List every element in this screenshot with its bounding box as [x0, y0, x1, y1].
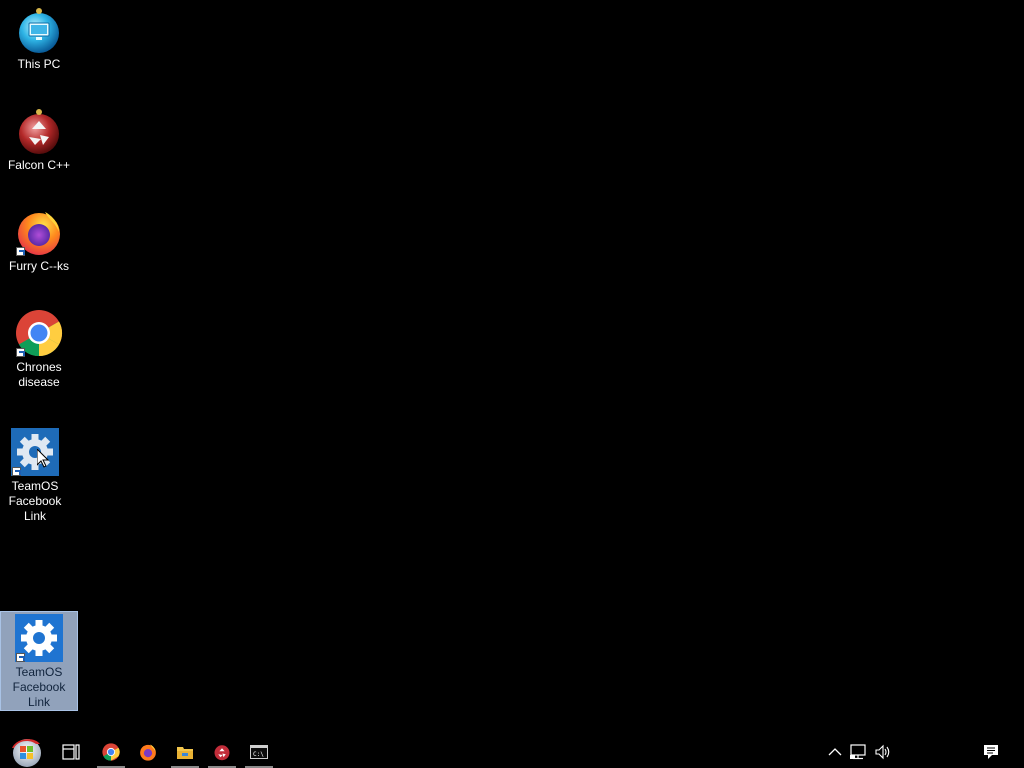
volume-button[interactable] [871, 736, 895, 768]
show-hidden-icons-button[interactable] [823, 736, 847, 768]
taskbar-file-explorer-button[interactable] [167, 736, 203, 768]
firefox-icon [15, 208, 63, 256]
taskbar: C:\ [0, 736, 1024, 768]
recycle-bin-icon [15, 107, 63, 155]
desktop-icon-teamos-facebook-link[interactable]: TeamOS Facebook Link [0, 428, 74, 524]
task-view-button[interactable] [53, 736, 89, 768]
taskbar-recycle-app-button[interactable] [204, 736, 240, 768]
gear-icon [15, 614, 63, 662]
desktop-icon-this-pc[interactable]: This PC [0, 6, 78, 72]
desktop-icon-teamos-facebook-link-selected[interactable]: TeamOS Facebook Link [0, 611, 78, 711]
desktop-icon-chrones-disease[interactable]: Chrones disease [0, 309, 78, 390]
network-button[interactable] [847, 736, 871, 768]
taskbar-command-prompt-button[interactable]: C:\ [241, 736, 277, 768]
desktop-icon-label: Chrones disease [16, 360, 62, 389]
chrome-icon [15, 309, 63, 357]
network-icon [850, 744, 866, 760]
chevron-up-icon [828, 748, 842, 756]
desktop-icon-label: Falcon C++ [7, 158, 71, 172]
desktop-icon-label: TeamOS Facebook Link [12, 665, 66, 709]
mouse-cursor-icon [37, 449, 49, 468]
monitor-icon [15, 6, 63, 54]
shortcut-arrow-icon [16, 653, 25, 662]
action-center-button[interactable] [977, 736, 1005, 768]
shortcut-arrow-icon [12, 467, 21, 476]
recycle-icon [214, 745, 230, 761]
gear-icon [11, 428, 59, 476]
desktop-icon-label: TeamOS Facebook Link [8, 479, 62, 523]
desktop-icon-furry-c--ks[interactable]: Furry C--ks [0, 208, 78, 274]
firefox-icon [140, 744, 156, 761]
taskbar-firefox-button[interactable] [130, 736, 166, 768]
desktop-icon-label: This PC [17, 57, 61, 71]
taskbar-chrome-button[interactable] [93, 736, 129, 768]
desktop-icon-label: Furry C--ks [9, 259, 69, 273]
svg-text:C:\: C:\ [253, 751, 264, 758]
windows-orb-icon [12, 739, 41, 767]
start-button[interactable] [6, 736, 46, 768]
chrome-icon [102, 743, 120, 761]
shortcut-arrow-icon [16, 247, 25, 256]
desktop-icon-falcon-cpp[interactable]: Falcon C++ [0, 107, 78, 173]
desktop[interactable]: This PC Falcon C++ Furry C--ks Chrones d… [0, 0, 1024, 736]
terminal-icon: C:\ [250, 745, 268, 759]
folder-icon [177, 747, 193, 759]
speaker-icon [875, 744, 890, 760]
notification-icon [984, 745, 998, 759]
task-view-icon [62, 744, 80, 760]
shortcut-arrow-icon [16, 348, 25, 357]
